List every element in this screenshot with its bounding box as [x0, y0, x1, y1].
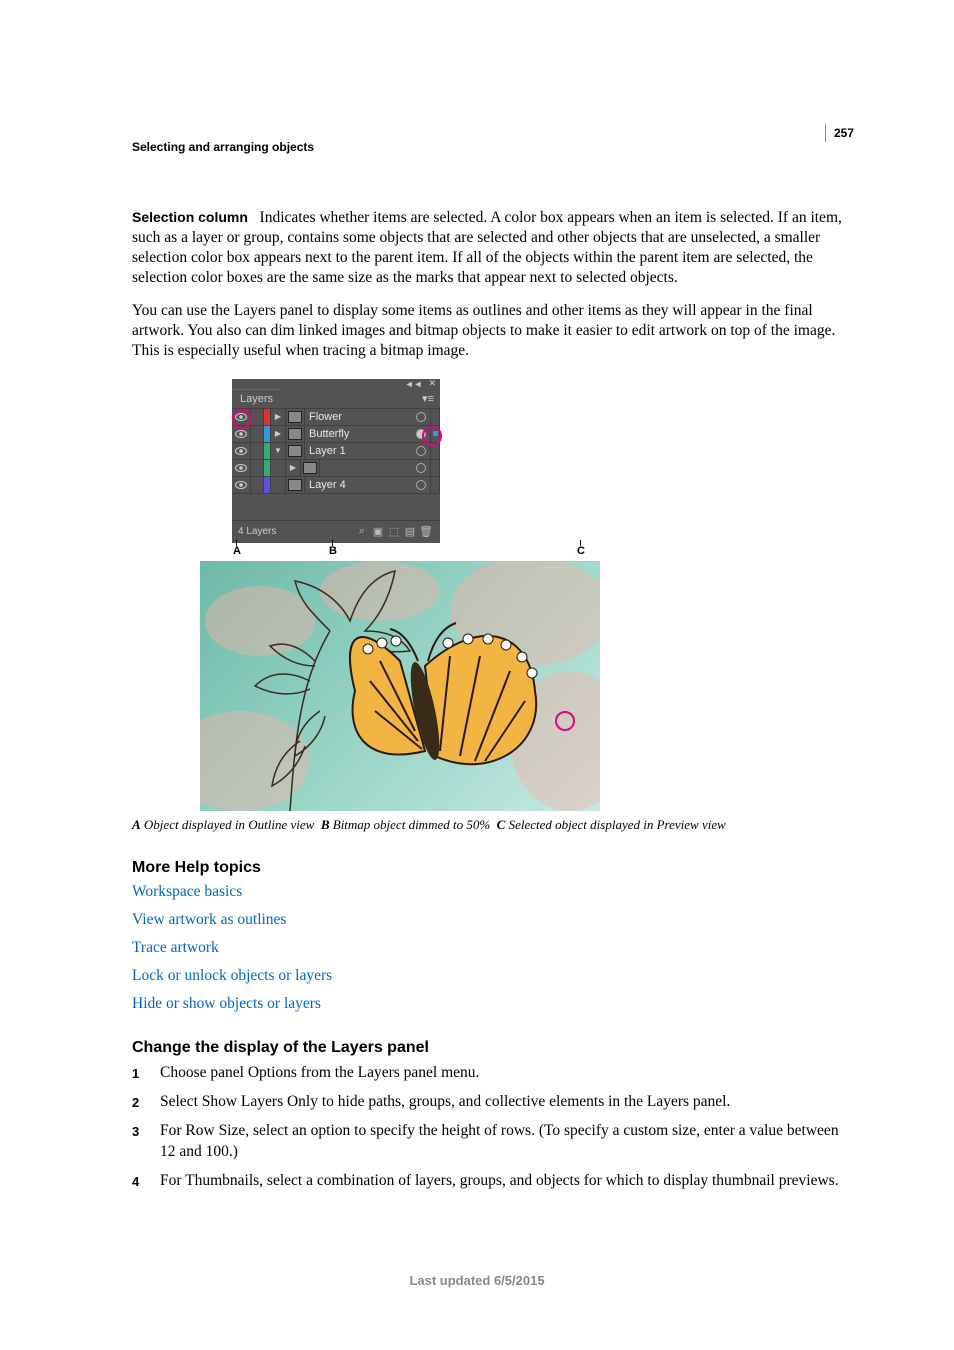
procedure-heading: Change the display of the Layers panel [132, 1039, 846, 1057]
layers-panel-footer: 4 Layers ⌕ ▣ ⬚ ▤ 🗑 [232, 520, 440, 543]
figure-layers-panel: ◄◄ ✕ Layers ▾≡ ▶ Flower ▶ Butterfly ▼ Layer 1… [132, 379, 846, 811]
visibility-icon[interactable] [232, 477, 251, 493]
layer-name[interactable]: Butterfly [305, 428, 412, 440]
target-icon[interactable] [412, 443, 431, 459]
selection-cell[interactable] [431, 426, 440, 442]
lock-cell[interactable] [251, 477, 264, 493]
panel-menu-icon[interactable]: ▾≡ [416, 389, 440, 408]
selection-cell[interactable] [431, 460, 440, 476]
step-text: Choose panel Options from the Layers pan… [160, 1063, 846, 1084]
lock-cell[interactable] [251, 426, 264, 442]
layer-thumbnail [286, 477, 305, 493]
link-hide-show[interactable]: Hide or show objects or layers [132, 995, 846, 1013]
link-lock-unlock[interactable]: Lock or unlock objects or layers [132, 967, 846, 985]
figure-artwork [200, 561, 600, 811]
delete-layer-icon[interactable]: 🗑 [418, 525, 434, 538]
layers-panel: ◄◄ ✕ Layers ▾≡ ▶ Flower ▶ Butterfly ▼ Layer 1… [232, 379, 440, 543]
disclosure-icon[interactable] [271, 477, 286, 493]
layer-name[interactable]: Layer 4 [305, 479, 412, 491]
new-sublayer-icon[interactable]: ⬚ [386, 525, 402, 538]
visibility-icon[interactable] [232, 426, 251, 442]
paragraph-selection-column: Selection column Indicates whether items… [132, 208, 846, 289]
paragraph-outline-usage: You can use the Layers panel to display … [132, 301, 846, 361]
layers-panel-tab[interactable]: Layers [232, 389, 281, 408]
callout-labels-row: A B C [200, 543, 580, 561]
run-in-heading: Selection column [132, 209, 248, 225]
panel-close-icon[interactable]: ✕ [428, 378, 436, 389]
running-header: Selecting and arranging objects [132, 140, 846, 154]
callout-c: C [577, 545, 585, 557]
layers-count: 4 Layers [238, 526, 276, 537]
lock-cell[interactable] [251, 409, 264, 425]
new-layer-icon[interactable]: ▤ [402, 525, 418, 538]
visibility-icon[interactable] [232, 460, 251, 476]
procedure-steps: 1Choose panel Options from the Layers pa… [132, 1063, 846, 1192]
layer-name[interactable]: Flower [305, 411, 412, 423]
disclosure-icon[interactable]: ▶ [271, 426, 286, 442]
step-number: 1 [132, 1063, 160, 1084]
clipping-mask-icon[interactable]: ▣ [370, 525, 386, 538]
selection-cell[interactable] [431, 443, 440, 459]
step-number: 3 [132, 1121, 160, 1163]
target-icon[interactable] [412, 460, 431, 476]
target-icon[interactable] [412, 426, 431, 442]
selection-cell[interactable] [431, 477, 440, 493]
step-number: 2 [132, 1092, 160, 1113]
panel-collapse-icon[interactable]: ◄◄ [405, 379, 423, 389]
layer-row[interactable]: ▶ [232, 459, 440, 476]
layer-color-swatch [264, 443, 271, 459]
callout-b: B [329, 545, 337, 557]
visibility-icon[interactable] [232, 409, 251, 425]
layer-color-swatch [264, 477, 271, 493]
step-text: For Row Size, select an option to specif… [160, 1121, 846, 1163]
disclosure-icon[interactable]: ▼ [271, 443, 286, 459]
link-workspace-basics[interactable]: Workspace basics [132, 883, 846, 901]
layer-color-swatch [264, 460, 271, 476]
page-footer: Last updated 6/5/2015 [0, 1273, 954, 1288]
target-icon[interactable] [412, 477, 431, 493]
page-number: 257 [825, 124, 854, 142]
step-text: Select Show Layers Only to hide paths, g… [160, 1092, 846, 1113]
layer-row[interactable]: ▶ Butterfly [232, 425, 440, 442]
callout-a: A [233, 545, 241, 557]
disclosure-icon[interactable]: ▶ [271, 409, 286, 425]
link-trace-artwork[interactable]: Trace artwork [132, 939, 846, 957]
layer-thumbnail [301, 460, 320, 476]
step-text: For Thumbnails, select a combination of … [160, 1171, 846, 1192]
layer-thumbnail [286, 443, 305, 459]
disclosure-icon[interactable]: ▶ [286, 460, 301, 476]
selection-cell[interactable] [431, 409, 440, 425]
layer-row[interactable]: ▼ Layer 1 [232, 442, 440, 459]
layer-color-swatch [264, 426, 271, 442]
step-number: 4 [132, 1171, 160, 1192]
layer-thumbnail [286, 426, 305, 442]
layer-row[interactable]: ▶ Flower [232, 408, 440, 425]
layer-thumbnail [286, 409, 305, 425]
layer-row[interactable]: Layer 4 [232, 476, 440, 493]
visibility-icon[interactable] [232, 443, 251, 459]
figure-caption: A Object displayed in Outline view B Bit… [132, 817, 846, 833]
link-view-outlines[interactable]: View artwork as outlines [132, 911, 846, 929]
more-help-heading: More Help topics [132, 859, 846, 877]
lock-cell[interactable] [251, 460, 264, 476]
layer-name[interactable]: Layer 1 [305, 445, 412, 457]
lock-cell[interactable] [251, 443, 264, 459]
locate-object-icon[interactable]: ⌕ [354, 525, 370, 538]
layer-color-swatch [264, 409, 271, 425]
target-icon[interactable] [412, 409, 431, 425]
